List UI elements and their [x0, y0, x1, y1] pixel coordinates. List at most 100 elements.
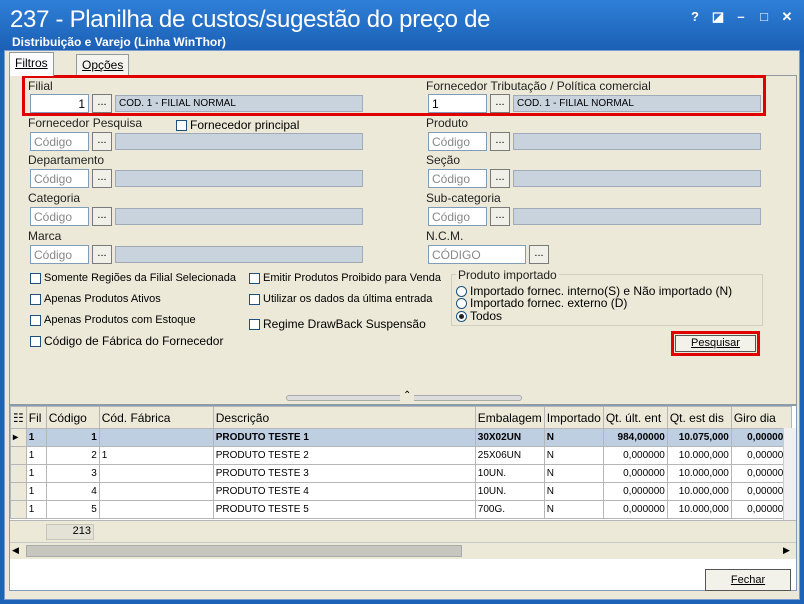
vertical-scrollbar[interactable]	[783, 428, 796, 520]
results-table: ☷ Fil Código Cód. Fábrica Descrição Emba…	[10, 406, 792, 519]
column-header[interactable]: Embalagem	[474, 406, 545, 429]
table-cell	[98, 500, 214, 519]
ncm-lookup-button[interactable]: ...	[529, 245, 549, 264]
close-icon[interactable]: ✕	[780, 10, 794, 24]
window-subtitle: Distribuição e Varejo (Linha WinThor)	[12, 35, 226, 49]
fornec-pesq-lookup-button[interactable]: ...	[92, 132, 112, 151]
table-cell: PRODUTO TESTE 2	[212, 446, 476, 465]
table-cell: 2	[45, 446, 100, 465]
checkbox-label: Utilizar os dados da última entrada	[263, 293, 433, 305]
checkbox-box	[30, 335, 41, 347]
categoria-lookup-button[interactable]: ...	[92, 207, 112, 226]
column-header[interactable]: Fil	[25, 406, 47, 429]
table-cell: PRODUTO TESTE 4	[212, 482, 476, 501]
table-row[interactable]: 1 2 1 PRODUTO TESTE 2 25X06UN N 0,000000…	[10, 446, 792, 465]
subcategoria-input[interactable]: Código	[428, 207, 487, 226]
marca-input[interactable]: Código	[30, 245, 89, 264]
column-header[interactable]: Qt. est dis	[666, 406, 732, 429]
table-cell: 10.000,000	[666, 446, 732, 465]
departamento-input[interactable]: Código	[30, 169, 89, 188]
checkbox-box	[30, 272, 41, 284]
produto-lookup-button[interactable]: ...	[490, 132, 510, 151]
row-indicator	[10, 482, 27, 501]
table-header-row: ☷ Fil Código Cód. Fábrica Descrição Emba…	[10, 406, 792, 429]
column-header[interactable]: Qt. últ. ent	[602, 406, 668, 429]
maximize-icon[interactable]: □	[757, 10, 771, 24]
secao-label: Seção	[426, 153, 461, 167]
subcategoria-label: Sub-categoria	[426, 191, 501, 205]
scroll-right-icon[interactable]: ▶	[783, 545, 790, 556]
subcategoria-lookup-button[interactable]: ...	[490, 207, 510, 226]
somente-regioes-checkbox[interactable]: Somente Regiões da Filial Selecionada	[30, 272, 236, 284]
emitir-proibido-checkbox[interactable]: Emitir Produtos Proibido para Venda	[249, 272, 441, 284]
scroll-left-icon[interactable]: ◀	[12, 545, 19, 556]
importado-radio-todos[interactable]: Todos	[456, 309, 502, 323]
ultima-entrada-checkbox[interactable]: Utilizar os dados da última entrada	[249, 293, 432, 305]
table-cell: 0,000000	[602, 482, 668, 501]
horizontal-scrollbar[interactable]: ◀ ▶	[10, 542, 796, 559]
produto-description	[513, 133, 761, 150]
tab-opcoes[interactable]: Opções	[76, 54, 130, 75]
column-header[interactable]: Cód. Fábrica	[98, 406, 214, 429]
table-cell: PRODUTO TESTE 1	[212, 428, 476, 447]
table-row[interactable]: ▸ 1 1 PRODUTO TESTE 1 30X02UN N 984,0000…	[10, 428, 792, 447]
table-cell: 10.000,000	[666, 500, 732, 519]
table-cell: 1	[45, 428, 100, 447]
table-row[interactable]: 1 4 PRODUTO TESTE 4 10UN. N 0,000000 10.…	[10, 482, 792, 501]
radio-circle	[456, 297, 467, 309]
checkbox-label: Apenas Produtos Ativos	[44, 293, 161, 305]
secao-input[interactable]: Código	[428, 169, 487, 188]
categoria-input[interactable]: Código	[30, 207, 89, 226]
tab-filtros[interactable]: Filtros	[9, 52, 54, 76]
ncm-label: N.C.M.	[426, 229, 464, 243]
table-row[interactable]: 1 5 PRODUTO TESTE 5 700G. N 0,000000 10.…	[10, 500, 792, 519]
checkbox-label: Apenas Produtos com Estoque	[44, 314, 196, 326]
table-cell: 30X02UN	[474, 428, 545, 447]
table-cell	[98, 428, 214, 447]
table-cell: 0,000000	[602, 464, 668, 483]
importado-radio-externo[interactable]: Importado fornec. externo (D)	[456, 296, 627, 310]
minimize-icon[interactable]: –	[734, 10, 748, 24]
tab-filtros-label: Filtros	[15, 56, 48, 70]
highlight-box-filial	[22, 75, 766, 116]
fechar-button[interactable]: Fechar	[705, 569, 791, 591]
column-header[interactable]: Importado	[543, 406, 604, 429]
table-cell: N	[543, 428, 604, 447]
marca-lookup-button[interactable]: ...	[92, 245, 112, 264]
column-header[interactable]: Descrição	[212, 406, 476, 429]
codigo-fabrica-checkbox[interactable]: Código de Fábrica do Fornecedor	[30, 334, 223, 348]
departamento-lookup-button[interactable]: ...	[92, 169, 112, 188]
checkbox-box	[249, 318, 260, 330]
table-cell: 10UN.	[474, 464, 545, 483]
row-indicator	[10, 500, 27, 519]
departamento-label: Departamento	[28, 153, 105, 167]
table-cell: 10UN.	[474, 482, 545, 501]
window-title: 237 - Planilha de custos/sugestão do pre…	[10, 6, 491, 33]
scrollbar-thumb[interactable]	[26, 545, 462, 557]
table-cell	[98, 482, 214, 501]
apenas-ativos-checkbox[interactable]: Apenas Produtos Ativos	[30, 293, 161, 305]
restore-icon[interactable]: ◪	[711, 10, 725, 24]
apenas-estoque-checkbox[interactable]: Apenas Produtos com Estoque	[30, 314, 196, 326]
produto-input[interactable]: Código	[428, 132, 487, 151]
table-cell: N	[543, 446, 604, 465]
row-indicator	[10, 446, 27, 465]
fornec-principal-checkbox[interactable]: Fornecedor principal	[176, 118, 299, 132]
table-row[interactable]: 1 3 PRODUTO TESTE 3 10UN. N 0,000000 10.…	[10, 464, 792, 483]
secao-lookup-button[interactable]: ...	[490, 169, 510, 188]
categoria-description	[115, 208, 363, 225]
chevron-up-icon[interactable]: ⌃	[400, 390, 415, 401]
column-header[interactable]: Giro dia	[730, 406, 792, 429]
drawback-checkbox[interactable]: Regime DrawBack Suspensão	[249, 317, 426, 331]
table-cell: N	[543, 500, 604, 519]
column-header[interactable]: Código	[45, 406, 100, 429]
table-cell: 4	[45, 482, 100, 501]
fornec-pesq-input[interactable]: Código	[30, 132, 89, 151]
help-icon[interactable]: ?	[688, 10, 702, 24]
pesquisar-button[interactable]: Pesquisar	[675, 335, 756, 352]
departamento-description	[115, 170, 363, 187]
ncm-input[interactable]: CÓDIGO	[428, 245, 526, 264]
fornec-pesq-label: Fornecedor Pesquisa	[28, 116, 143, 130]
table-cell: 1	[25, 446, 47, 465]
table-cell: 1	[98, 446, 214, 465]
